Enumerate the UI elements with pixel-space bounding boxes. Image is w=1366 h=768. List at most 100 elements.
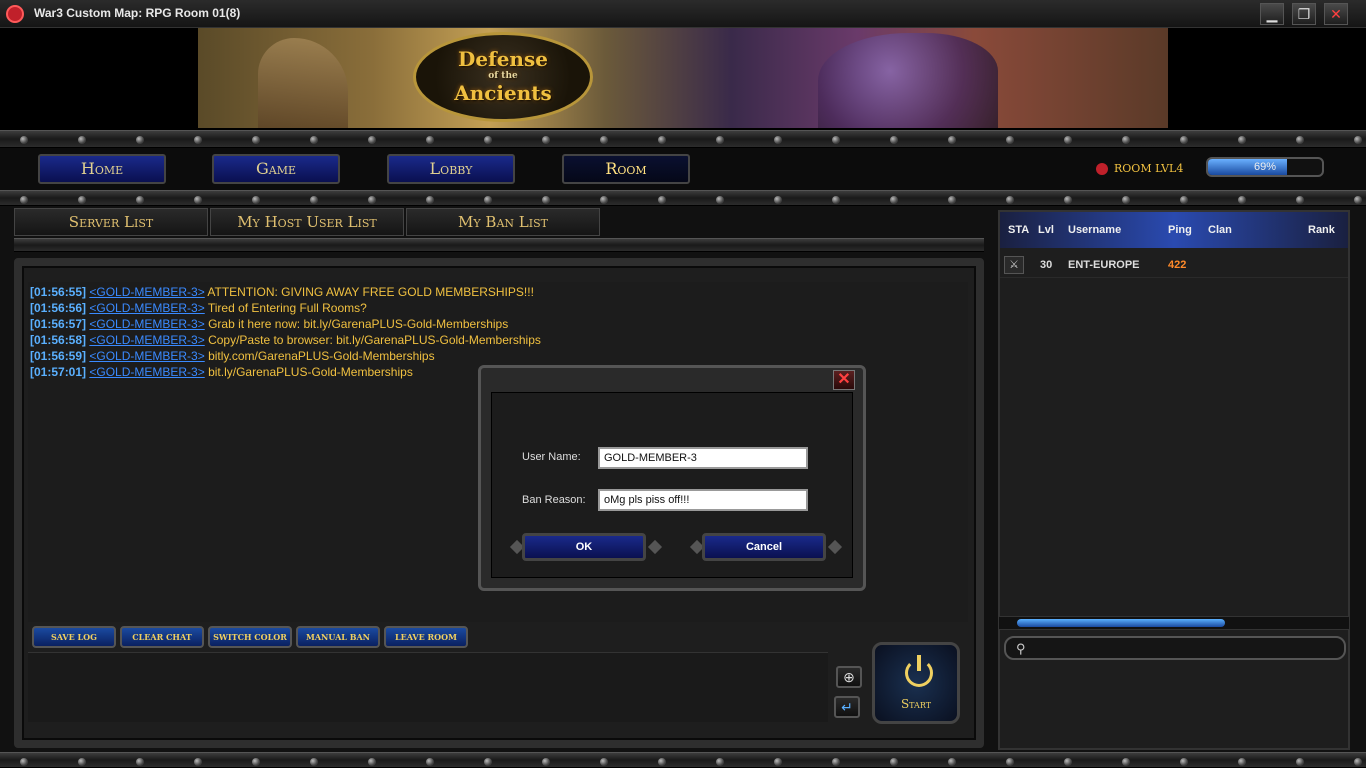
rivet-decoration xyxy=(194,758,202,766)
rivet-decoration xyxy=(136,758,144,766)
room-level-label: ROOM LVL4 xyxy=(1114,162,1184,175)
rivet-decoration xyxy=(368,196,376,204)
chat-line: [01:56:56] <GOLD-MEMBER-3> Tired of Ente… xyxy=(28,300,968,316)
rivet-decoration xyxy=(1122,758,1130,766)
banner-line2: of the xyxy=(488,71,518,81)
nav-room-button[interactable]: Room xyxy=(562,154,690,184)
col-lvl[interactable]: Lvl xyxy=(1038,224,1054,236)
chat-message: Grab it here now: bit.ly/GarenaPLUS-Gold… xyxy=(208,317,509,331)
nav-home-button[interactable]: Home xyxy=(38,154,166,184)
user-name-field[interactable] xyxy=(598,447,808,469)
title-bar: War3 Custom Map: RPG Room 01(8) ▁ ❐ ✕ xyxy=(0,0,1366,28)
tab-server-list[interactable]: Server List xyxy=(14,208,208,236)
scrollbar-thumb[interactable] xyxy=(1017,619,1225,627)
ban-reason-field[interactable] xyxy=(598,489,808,511)
rivet-decoration xyxy=(948,136,956,144)
rivet-decoration xyxy=(368,136,376,144)
chat-username-link[interactable]: <GOLD-MEMBER-3> xyxy=(89,333,204,347)
rivet-decoration xyxy=(484,196,492,204)
rivet-decoration xyxy=(1238,758,1246,766)
rivet-decoration xyxy=(1064,758,1072,766)
enter-icon[interactable]: ↵ xyxy=(834,696,860,718)
start-button[interactable]: Start xyxy=(872,642,960,724)
chat-input[interactable] xyxy=(28,652,828,722)
chat-line: [01:56:58] <GOLD-MEMBER-3> Copy/Paste to… xyxy=(28,332,968,348)
rivet-decoration xyxy=(20,136,28,144)
window-title: War3 Custom Map: RPG Room 01(8) xyxy=(34,6,241,20)
tab-my-host-user-list[interactable]: My Host User List xyxy=(210,208,404,236)
rivet-decoration xyxy=(1122,196,1130,204)
col-username[interactable]: Username xyxy=(1068,224,1121,236)
leave-room-button[interactable]: LEAVE ROOM xyxy=(384,626,468,648)
dialog-close-icon[interactable]: ✕ xyxy=(833,370,855,390)
rivet-decoration xyxy=(78,136,86,144)
col-rank[interactable]: Rank xyxy=(1308,224,1335,236)
rivet-decoration xyxy=(890,136,898,144)
rivet-decoration xyxy=(716,758,724,766)
nav-lobby-button[interactable]: Lobby xyxy=(387,154,515,184)
room-level: ROOM LVL4 xyxy=(1096,162,1183,175)
close-icon[interactable]: ✕ xyxy=(1324,3,1348,25)
save-log-button[interactable]: SAVE LOG xyxy=(32,626,116,648)
metal-divider-bottom xyxy=(0,752,1366,768)
chat-message: bit.ly/GarenaPLUS-Gold-Memberships xyxy=(208,365,413,379)
chat-username-link[interactable]: <GOLD-MEMBER-3> xyxy=(89,349,204,363)
power-icon-line xyxy=(917,655,921,671)
rivet-decoration xyxy=(1296,758,1304,766)
chat-username-link[interactable]: <GOLD-MEMBER-3> xyxy=(89,301,204,315)
manual-ban-button[interactable]: MANUAL BAN xyxy=(296,626,380,648)
dialog-body: User Name: Ban Reason: OK Cancel xyxy=(491,392,853,578)
rivet-decoration xyxy=(252,758,260,766)
chat-line: [01:56:59] <GOLD-MEMBER-3> bitly.com/Gar… xyxy=(28,348,968,364)
clear-chat-button[interactable]: CLEAR CHAT xyxy=(120,626,204,648)
col-ping[interactable]: Ping xyxy=(1168,224,1192,236)
user-row[interactable]: ⚔ 30 ENT-EUROPE 422 xyxy=(1000,252,1348,278)
rivet-decoration xyxy=(658,758,666,766)
rivet-decoration xyxy=(658,136,666,144)
rivet-decoration xyxy=(1064,196,1072,204)
room-progress-bar: 69% xyxy=(1206,157,1324,177)
restore-icon[interactable]: ❐ xyxy=(1292,3,1316,25)
col-clan[interactable]: Clan xyxy=(1208,224,1232,236)
rivet-decoration xyxy=(600,136,608,144)
chat-username-link[interactable]: <GOLD-MEMBER-3> xyxy=(89,365,204,379)
cancel-button[interactable]: Cancel xyxy=(702,533,826,561)
chat-timestamp: [01:56:55] xyxy=(30,285,87,299)
banner-logo-text: Defense of the Ancients xyxy=(426,46,580,106)
col-sta[interactable]: STA xyxy=(1008,224,1029,236)
rivet-decoration xyxy=(78,758,86,766)
user-list-panel: STA Lvl Username Ping Clan Rank ⚔ 30 ENT… xyxy=(998,210,1350,750)
tab-my-ban-list[interactable]: My Ban List xyxy=(406,208,600,236)
rivet-decoration xyxy=(1354,196,1362,204)
chat-username-link[interactable]: <GOLD-MEMBER-3> xyxy=(89,317,204,331)
rivet-decoration xyxy=(252,196,260,204)
rivet-decoration xyxy=(20,196,28,204)
progress-label: 69% xyxy=(1253,161,1277,173)
user-list-header: STA Lvl Username Ping Clan Rank xyxy=(1000,212,1348,248)
switch-color-button[interactable]: SWITCH COLOR xyxy=(208,626,292,648)
rivet-decoration xyxy=(1006,196,1014,204)
rivet-decoration xyxy=(542,758,550,766)
banner-hero-right xyxy=(818,33,998,128)
user-name-label: User Name: xyxy=(522,451,581,463)
rivet-decoration xyxy=(484,136,492,144)
rivet-decoration xyxy=(368,758,376,766)
nav-game-button[interactable]: Game xyxy=(212,154,340,184)
chat-username-link[interactable]: <GOLD-MEMBER-3> xyxy=(89,285,204,299)
chat-timestamp: [01:56:57] xyxy=(30,317,87,331)
rivet-decoration xyxy=(774,196,782,204)
chat-message: Tired of Entering Full Rooms? xyxy=(207,301,367,315)
user-list-scrollbar[interactable] xyxy=(998,616,1350,630)
user-search-input[interactable]: ⚲ xyxy=(1004,636,1346,660)
ban-reason-label: Ban Reason: xyxy=(522,494,586,506)
cancel-wing-right xyxy=(827,539,843,555)
metal-divider-mid xyxy=(0,190,1366,206)
rivet-decoration xyxy=(1006,136,1014,144)
chat-message: ATTENTION: GIVING AWAY FREE GOLD MEMBERS… xyxy=(207,285,534,299)
ok-button[interactable]: OK xyxy=(522,533,646,561)
rivet-decoration xyxy=(774,758,782,766)
rivet-decoration xyxy=(774,136,782,144)
minimize-icon[interactable]: ▁ xyxy=(1260,3,1284,25)
crosshair-icon[interactable]: ⊕ xyxy=(836,666,862,688)
rivet-decoration xyxy=(310,136,318,144)
